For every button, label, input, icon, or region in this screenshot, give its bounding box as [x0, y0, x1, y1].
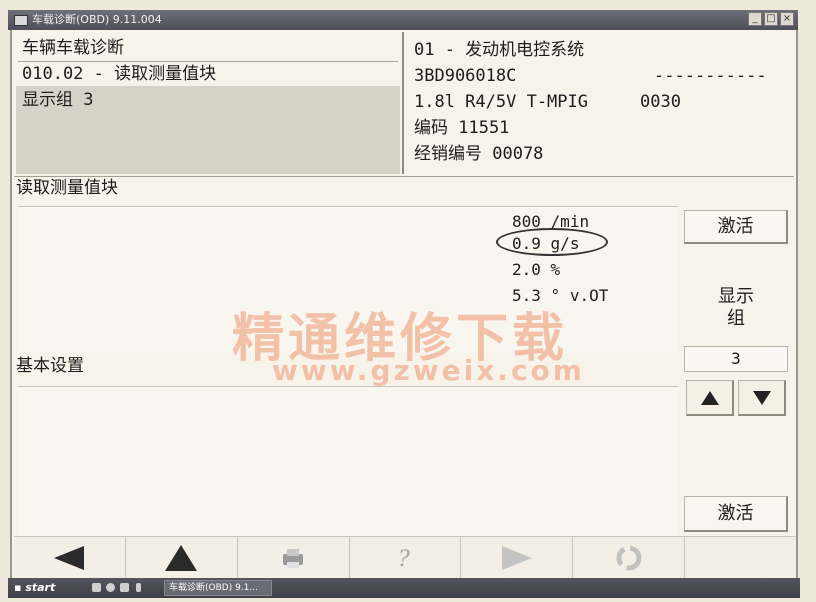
window-titlebar: 车载诊断(OBD) 9.11.004 _ □ ×: [8, 10, 798, 30]
help-icon: ?: [398, 547, 410, 572]
minimize-button[interactable]: _: [748, 12, 762, 26]
quicklaunch-desktop-icon[interactable]: [92, 583, 101, 592]
forward-button[interactable]: [460, 536, 573, 579]
activate-measuring-button[interactable]: 激活: [684, 210, 788, 244]
quicklaunch-more-icon[interactable]: [136, 583, 141, 592]
empty-toolbar-slot: [684, 536, 797, 579]
svg-text:?: ?: [398, 547, 410, 572]
measuring-blocks-title: 读取测量值块: [16, 178, 118, 198]
part-number-dashes: -----------: [654, 66, 767, 86]
triangle-down-icon: [752, 390, 771, 405]
dealer-number: 经销编号 00078: [414, 144, 544, 164]
basic-settings-title: 基本设置: [16, 356, 84, 376]
watermark-url: www.gzweix.com: [272, 354, 585, 387]
header-left-panel: 车辆车载诊断 010.02 - 读取测量值块 显示组 3: [14, 32, 404, 174]
part-number: 3BD906018C: [414, 66, 517, 86]
group-down-button[interactable]: [738, 380, 786, 416]
print-icon: [283, 549, 304, 568]
refresh-button[interactable]: [572, 536, 685, 579]
maximize-button[interactable]: □: [764, 12, 778, 26]
group-up-button[interactable]: [686, 380, 734, 416]
print-button[interactable]: [236, 536, 349, 579]
up-button[interactable]: [124, 536, 237, 579]
measure-value-percent: 2.0 %: [512, 260, 561, 279]
display-group-label: 显示 组: [718, 286, 754, 329]
app-icon: [14, 14, 28, 26]
quicklaunch-media-icon[interactable]: [120, 583, 129, 592]
engine-description: 1.8l R4/5V T-MPIG: [414, 92, 588, 112]
basic-settings-area: [18, 386, 678, 537]
header-right-panel: 01 - 发动机电控系统 3BD906018C ----------- 1.8l…: [408, 32, 796, 174]
window-title: 车载诊断(OBD) 9.11.004: [32, 13, 162, 26]
triangle-up-icon: [700, 390, 719, 405]
help-button[interactable]: ?: [348, 536, 461, 579]
window-controls: _ □ ×: [748, 12, 794, 26]
software-code: 0030: [640, 92, 681, 112]
close-button[interactable]: ×: [780, 12, 794, 26]
divider: [14, 176, 794, 177]
coding-value: 编码 11551: [414, 118, 510, 138]
refresh-icon: [616, 545, 642, 571]
header-left-function: 010.02 - 读取测量值块: [22, 64, 217, 84]
taskbar: ▪ start 车载诊断(OBD) 9.1...: [8, 578, 800, 598]
bottom-toolbar: ?: [14, 536, 797, 579]
display-group-input[interactable]: 3: [684, 346, 788, 372]
forward-arrow-icon: [501, 546, 532, 570]
start-button[interactable]: ▪ start: [8, 578, 70, 598]
back-button[interactable]: [14, 536, 125, 579]
taskbar-item-obd[interactable]: 车载诊断(OBD) 9.1...: [164, 580, 272, 596]
windows-logo-icon: ▪: [14, 581, 22, 594]
activate-basic-settings-button[interactable]: 激活: [684, 496, 788, 532]
quicklaunch-browser-icon[interactable]: [106, 583, 115, 592]
control-module-name: 01 - 发动机电控系统: [414, 40, 585, 60]
highlight-circle: [496, 228, 608, 256]
back-arrow-icon: [54, 546, 85, 570]
up-arrow-icon: [165, 545, 198, 571]
header-left-title: 车辆车载诊断: [22, 38, 124, 58]
header-left-display-group: 显示组 3: [22, 90, 94, 110]
